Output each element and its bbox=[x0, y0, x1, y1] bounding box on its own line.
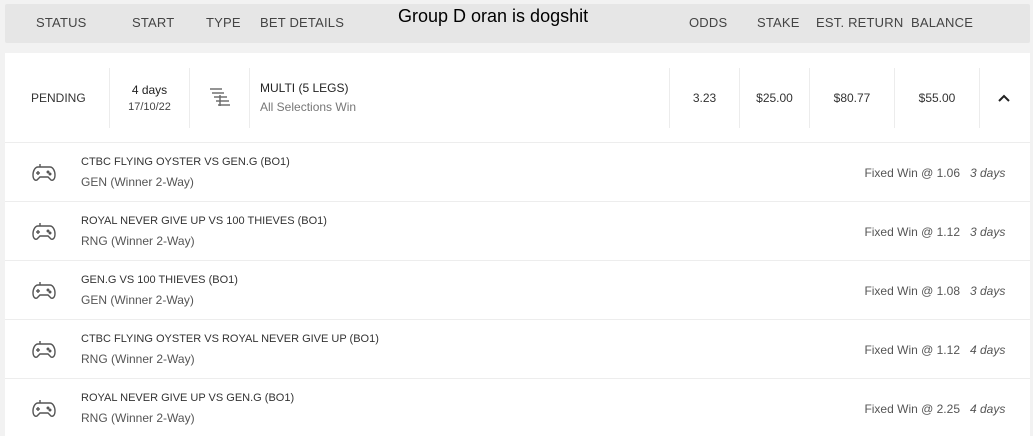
overlay-caption: Group D oran is dogshit bbox=[398, 6, 589, 26]
leg-selection: GEN (Winner 2-Way) bbox=[81, 293, 194, 307]
start-date: 17/10/22 bbox=[128, 101, 171, 113]
gamepad-icon bbox=[32, 164, 56, 181]
bet-leg: ROYAL NEVER GIVE UP VS 100 THIEVES (BO1)… bbox=[5, 201, 1030, 260]
leg-match: CTBC FLYING OYSTER VS ROYAL NEVER GIVE U… bbox=[81, 333, 379, 345]
status-badge: PENDING bbox=[31, 91, 86, 105]
leg-time-ago: 3 days bbox=[970, 284, 1006, 298]
leg-time-ago: 3 days bbox=[970, 225, 1006, 239]
gamepad-icon bbox=[32, 223, 56, 240]
type-cell bbox=[190, 68, 250, 128]
leg-price: Fixed Win @ 2.25 bbox=[864, 402, 960, 416]
start-cell: 4 days 17/10/22 bbox=[110, 68, 190, 128]
stake-value: $25.00 bbox=[756, 91, 793, 105]
est-return-cell: $80.77 bbox=[810, 68, 895, 128]
col-status: STATUS bbox=[36, 15, 87, 30]
bet-leg: CTBC FLYING OYSTER VS GEN.G (BO1) GEN (W… bbox=[5, 142, 1030, 201]
leg-selection: RNG (Winner 2-Way) bbox=[81, 352, 195, 366]
bet-leg: CTBC FLYING OYSTER VS ROYAL NEVER GIVE U… bbox=[5, 319, 1030, 378]
est-return-value: $80.77 bbox=[833, 91, 871, 105]
bet-legs-list: CTBC FLYING OYSTER VS GEN.G (BO1) GEN (W… bbox=[5, 142, 1030, 436]
multi-bet-icon bbox=[210, 88, 230, 106]
leg-selection: GEN (Winner 2-Way) bbox=[81, 175, 194, 189]
bet-details-cell: MULTI (5 LEGS) All Selections Win bbox=[250, 68, 670, 128]
leg-time-ago: 4 days bbox=[970, 402, 1006, 416]
leg-time-ago: 3 days bbox=[970, 166, 1006, 180]
leg-match: GEN.G VS 100 THIEVES (BO1) bbox=[81, 274, 238, 286]
col-stake: STAKE bbox=[757, 15, 800, 30]
chevron-up-icon[interactable] bbox=[998, 93, 1010, 103]
col-balance: BALANCE bbox=[911, 15, 974, 30]
leg-selection: RNG (Winner 2-Way) bbox=[81, 411, 195, 425]
bet-leg: ROYAL NEVER GIVE UP VS GEN.G (BO1) RNG (… bbox=[5, 378, 1030, 436]
start-relative: 4 days bbox=[131, 83, 168, 97]
balance-value: $55.00 bbox=[918, 91, 956, 105]
leg-match: ROYAL NEVER GIVE UP VS 100 THIEVES (BO1) bbox=[81, 215, 327, 227]
stake-cell: $25.00 bbox=[740, 68, 810, 128]
leg-price: Fixed Win @ 1.08 bbox=[864, 284, 960, 298]
bet-leg: GEN.G VS 100 THIEVES (BO1) GEN (Winner 2… bbox=[5, 260, 1030, 319]
odds-value: 3.23 bbox=[692, 91, 717, 105]
gamepad-icon bbox=[32, 282, 56, 299]
col-type: TYPE bbox=[206, 15, 241, 30]
collapse-toggle[interactable] bbox=[980, 68, 1030, 128]
col-odds: ODDS bbox=[689, 15, 728, 30]
leg-price: Fixed Win @ 1.12 bbox=[864, 343, 960, 357]
gamepad-icon bbox=[32, 400, 56, 417]
gamepad-icon bbox=[32, 341, 56, 358]
col-start: START bbox=[132, 15, 175, 30]
bet-title: MULTI (5 LEGS) bbox=[260, 81, 349, 95]
balance-cell: $55.00 bbox=[895, 68, 980, 128]
col-est-return: EST. RETURN bbox=[816, 15, 904, 30]
col-bet-details: BET DETAILS bbox=[260, 15, 345, 30]
odds-cell: 3.23 bbox=[670, 68, 740, 128]
leg-match: CTBC FLYING OYSTER VS GEN.G (BO1) bbox=[81, 156, 290, 168]
leg-match: ROYAL NEVER GIVE UP VS GEN.G (BO1) bbox=[81, 392, 295, 404]
status-cell: PENDING bbox=[5, 68, 110, 128]
leg-selection: RNG (Winner 2-Way) bbox=[81, 234, 195, 248]
leg-price: Fixed Win @ 1.06 bbox=[864, 166, 960, 180]
leg-time-ago: 4 days bbox=[970, 343, 1006, 357]
bet-card: PENDING 4 days 17/10/22 MULTI (5 LEGS) A… bbox=[5, 53, 1030, 436]
leg-price: Fixed Win @ 1.12 bbox=[864, 225, 960, 239]
bet-summary-row[interactable]: PENDING 4 days 17/10/22 MULTI (5 LEGS) A… bbox=[5, 68, 1030, 128]
bet-subtitle: All Selections Win bbox=[260, 100, 357, 114]
